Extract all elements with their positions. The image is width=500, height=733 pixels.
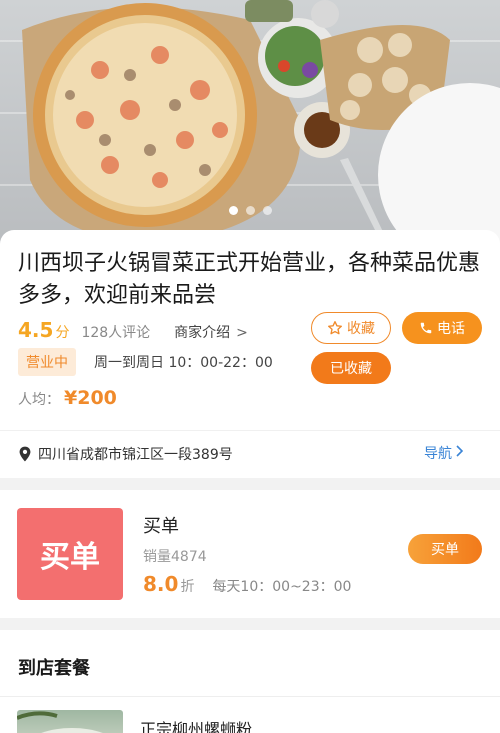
hero-carousel[interactable]	[0, 0, 500, 250]
phone-icon	[419, 321, 433, 335]
carousel-dot[interactable]	[228, 206, 238, 215]
rating-score: 4.5	[18, 318, 54, 342]
carousel-dot[interactable]	[262, 206, 272, 215]
pay-bill-thumbnail: 买单	[17, 508, 123, 600]
divider	[0, 696, 500, 697]
favorite-button[interactable]: 收藏	[311, 312, 391, 344]
star-outline-icon	[327, 320, 343, 336]
review-count[interactable]: 128人评论	[81, 322, 150, 342]
package-food-image	[17, 711, 103, 733]
merchant-intro-link[interactable]: 商家介绍 >	[174, 322, 248, 342]
chevron-right-icon: >	[236, 325, 248, 341]
packages-section: 到店套餐 正宗柳州螺蛳粉	[0, 630, 500, 733]
pay-bill-name: 买单	[143, 516, 179, 537]
average-price: ¥200	[64, 387, 117, 409]
package-item-name[interactable]: 正宗柳州螺蛳粉	[140, 716, 252, 733]
navigation-link[interactable]: 导航	[424, 443, 464, 463]
pay-bill-card: 买单 买单 销量4874 8.0 折 每天10：00~23：00 买单	[0, 490, 500, 618]
merchant-intro-label: 商家介绍	[174, 325, 231, 341]
location-pin-icon	[18, 446, 32, 466]
address-text: 四川省成都市锦江区一段389号	[38, 447, 233, 463]
average-price-label: 人均：	[18, 392, 60, 408]
status-row: 营业中 周一到周日 10：00-22：00	[18, 348, 273, 376]
favorited-button[interactable]: 已收藏	[311, 352, 391, 384]
shop-info-card: 川西坝子火锅冒菜正式开始营业，各种菜品优惠多多，欢迎前来品尝 4.5 分 128…	[0, 230, 500, 478]
call-button[interactable]: 电话	[402, 312, 482, 344]
carousel-dot[interactable]	[245, 206, 255, 215]
carousel-dots	[0, 206, 500, 215]
navigation-label: 导航	[424, 446, 452, 462]
average-price-row: 人均： ¥200	[18, 387, 117, 409]
status-badge: 营业中	[18, 348, 76, 376]
shop-title: 川西坝子火锅冒菜正式开始营业，各种菜品优惠多多，欢迎前来品尝	[18, 251, 481, 308]
discount-row: 8.0 折 每天10：00~23：00	[143, 572, 351, 596]
package-thumbnail[interactable]	[17, 710, 123, 733]
discount-value: 8.0	[143, 572, 179, 596]
call-label: 电话	[437, 321, 465, 337]
sales-count: 销量4874	[143, 549, 207, 565]
rating-unit: 分	[55, 325, 70, 341]
rating-row: 4.5 分 128人评论 商家介绍 >	[18, 318, 248, 342]
pay-bill-button[interactable]: 买单	[408, 534, 482, 564]
pay-bill-hours: 每天10：00~23：00	[212, 579, 352, 595]
chevron-right-icon	[456, 445, 464, 461]
section-title: 到店套餐	[18, 658, 90, 679]
business-hours: 周一到周日 10：00-22：00	[94, 355, 273, 371]
favorite-label: 收藏	[347, 321, 375, 337]
discount-unit: 折	[180, 579, 195, 595]
address-row[interactable]: 四川省成都市锦江区一段389号 导航	[0, 430, 500, 474]
